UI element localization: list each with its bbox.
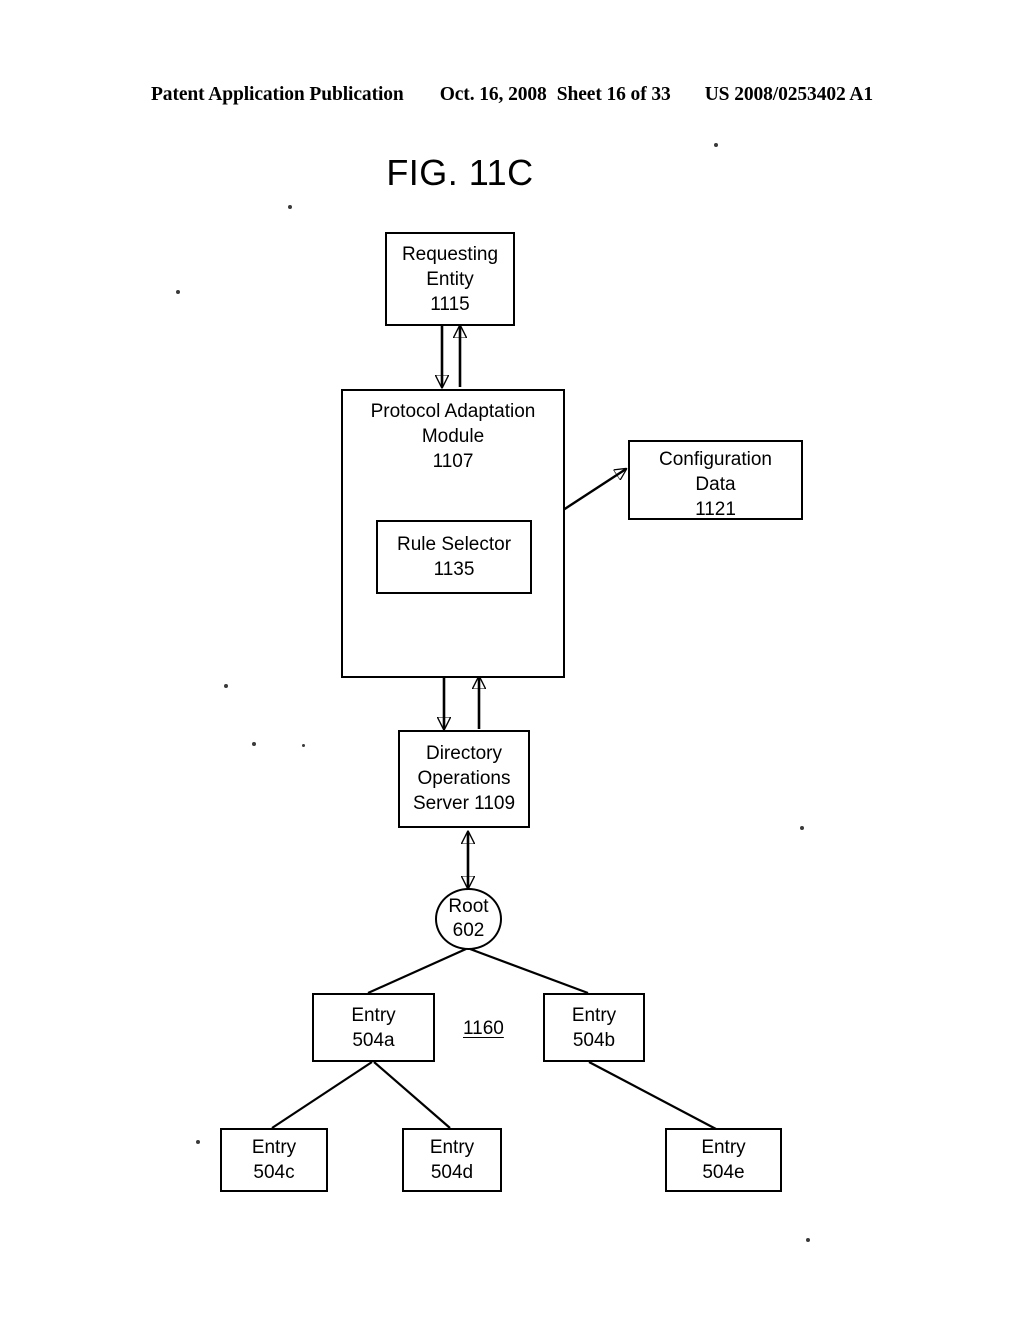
header-sheet-label: Sheet 16 of 33 (556, 84, 671, 105)
node-entry-504d-line-2: 504d (430, 1162, 474, 1183)
node-requesting-entity-line-3: 1115 (430, 294, 470, 315)
node-directory-operations-server-line-3: Server 1109 (412, 793, 516, 814)
scan-speck (288, 205, 292, 209)
node-rule-selector: Rule Selector 1135 (376, 520, 532, 594)
node-entry-504a-line-1: Entry (351, 1004, 396, 1026)
node-requesting-entity-line-2: Entity (426, 269, 474, 290)
node-entry-504c: Entry 504c (220, 1128, 328, 1192)
node-entry-504e-line-1: Entry (701, 1137, 746, 1158)
header-date-label: Oct. 16, 2008 (439, 84, 547, 105)
node-protocol-adaptation-module-line-3: 1107 (432, 451, 474, 472)
node-root: Root 602 (435, 888, 502, 950)
header-publication-label: Patent Application Publication (150, 84, 404, 105)
header-document-number: US 2008/0253402 A1 (704, 84, 873, 105)
node-requesting-entity: Requesting Entity 1115 (385, 232, 515, 326)
scan-speck (224, 684, 228, 688)
node-entry-504d-line-1: Entry (429, 1137, 475, 1158)
node-entry-504e: Entry 504e (665, 1128, 782, 1192)
node-entry-504a: Entry 504a (312, 993, 435, 1062)
node-directory-operations-server-line-2: Operations (417, 768, 511, 789)
wire-root-to-entry-504a (367, 947, 467, 995)
publication-header: Patent Application Publication Oct. 16, … (0, 84, 1024, 114)
scan-speck (800, 826, 804, 830)
scan-speck (806, 1238, 810, 1242)
node-entry-504d: Entry 504d (402, 1128, 502, 1192)
node-entry-504e-line-2: 504e (702, 1162, 745, 1183)
scan-speck (714, 143, 718, 147)
node-rule-selector-line-1: Rule Selector (396, 534, 512, 555)
node-root-line-1: Root (448, 896, 489, 917)
scan-speck (302, 744, 305, 747)
wire-entry-504a-to-entry-504c (271, 1061, 373, 1129)
scan-speck (176, 290, 180, 294)
node-entry-504b-line-1: Entry (571, 1004, 617, 1026)
node-entry-504b-line-2: 504b (572, 1029, 616, 1051)
node-directory-operations-server: Directory Operations Server 1109 (398, 730, 530, 828)
figure-title: FIG. 11C (386, 152, 534, 193)
wire-entry-504b-to-entry-504e (588, 1061, 717, 1130)
node-entry-504a-line-2: 504a (352, 1029, 395, 1051)
wire-entry-504a-to-entry-504d (373, 1061, 451, 1129)
node-configuration-data-line-2: Data (695, 474, 736, 495)
wire-root-to-entry-504b (469, 947, 589, 995)
node-entry-504b: Entry 504b (543, 993, 645, 1062)
node-entry-504c-line-2: 504c (253, 1162, 295, 1183)
wire-pam-to-configuration-data (556, 469, 626, 516)
node-requesting-entity-line-1: Requesting (401, 244, 499, 265)
node-root-line-2: 602 (452, 920, 485, 941)
node-configuration-data: Configuration Data 1121 (628, 440, 803, 520)
patent-figure-page: Patent Application Publication Oct. 16, … (0, 0, 1024, 1320)
node-protocol-adaptation-module-line-2: Module (421, 426, 485, 447)
scan-speck (196, 1140, 200, 1144)
node-protocol-adaptation-module-line-1: Protocol Adaptation (370, 401, 536, 422)
node-configuration-data-line-1: Configuration (658, 449, 773, 470)
node-rule-selector-line-2: 1135 (433, 559, 475, 580)
node-configuration-data-line-3: 1121 (695, 499, 736, 520)
node-entry-504c-line-1: Entry (251, 1137, 297, 1158)
scan-speck (252, 742, 256, 746)
reference-numeral-1160: 1160 (463, 1018, 504, 1039)
node-directory-operations-server-line-1: Directory (425, 743, 502, 764)
